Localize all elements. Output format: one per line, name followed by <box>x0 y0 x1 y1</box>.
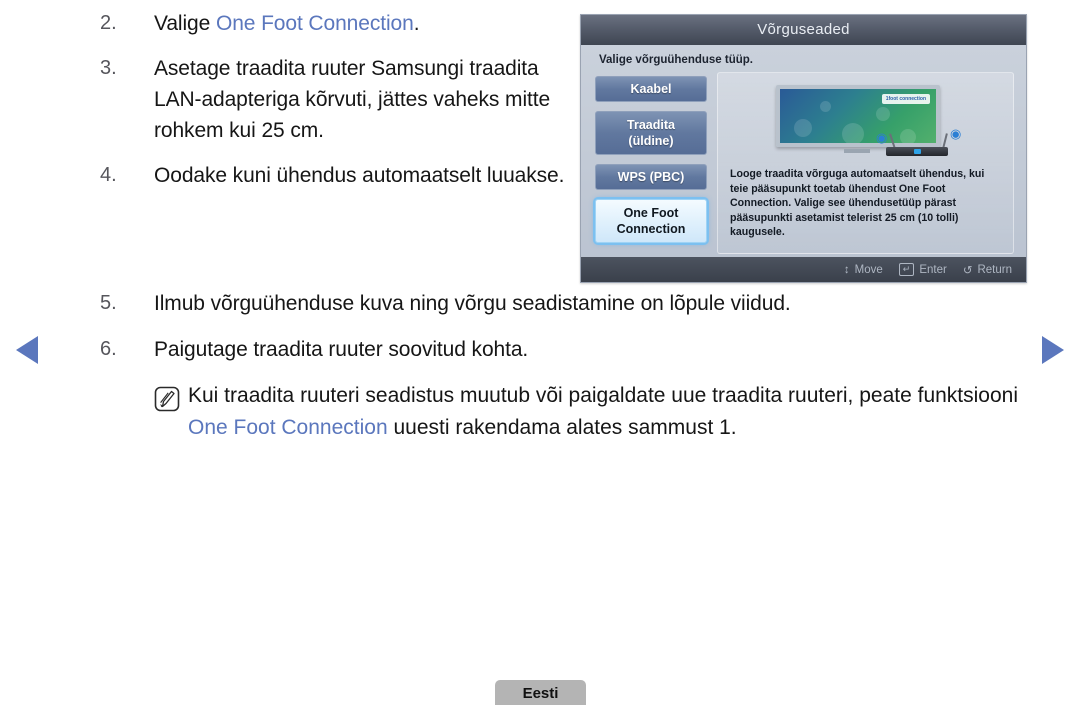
previous-page-arrow-icon[interactable] <box>16 336 38 364</box>
osd-hint-return[interactable]: ↺ Return <box>963 263 1012 277</box>
step-number: 2. <box>100 12 117 34</box>
osd-main: Kaabel Traadita (üldine) WPS (PBC) One F… <box>581 72 1026 254</box>
list-item: 2. Valige One Foot Connection. <box>100 8 570 39</box>
step-number: 5. <box>100 292 117 314</box>
osd-hint-label: Move <box>854 263 883 276</box>
list-item: 6. Paigutage traadita ruuter soovitud ko… <box>100 334 1030 366</box>
osd-title: Võrguseaded <box>581 15 1026 45</box>
step-text: Valige One Foot Connection. <box>154 8 570 39</box>
instruction-list-lower: 5. Ilmub võrguühenduse kuva ning võrgu s… <box>100 288 1030 444</box>
manual-page: 2. Valige One Foot Connection. 3. Asetag… <box>0 0 1080 705</box>
osd-menu-item-traadita-uldine[interactable]: Traadita (üldine) <box>595 111 707 155</box>
note-text-tail: uuesti rakendama alates sammust 1. <box>387 416 737 439</box>
wireless-router-icon <box>886 147 948 156</box>
tv-stand <box>844 149 870 153</box>
wifi-signal-icon-right: ◉ <box>950 126 962 141</box>
step-number: 3. <box>100 57 117 79</box>
step-text-lead: Valige <box>154 12 216 35</box>
osd-content-pane: 1foot connection ◉ ◉ Looge traadita võrg… <box>717 72 1014 254</box>
note-block: Kui traadita ruuteri seadistus muutub võ… <box>154 380 1030 444</box>
instruction-list-upper: 2. Valige One Foot Connection. 3. Asetag… <box>100 8 570 205</box>
network-settings-osd-panel: Võrguseaded Valige võrguühenduse tüüp. K… <box>580 14 1027 283</box>
enter-key-icon: ↵ <box>898 263 915 276</box>
note-text-lead: Kui traadita ruuteri seadistus muutub võ… <box>188 384 1019 407</box>
osd-menu-list: Kaabel Traadita (üldine) WPS (PBC) One F… <box>595 72 707 254</box>
step-number: 6. <box>100 338 117 360</box>
osd-menu-item-kaabel[interactable]: Kaabel <box>595 76 707 102</box>
wifi-signal-icon-left: ◉ <box>876 130 888 145</box>
step-text: Oodake kuni ühendus automaatselt luuakse… <box>154 164 565 187</box>
router-led <box>914 149 921 154</box>
step-text-tail: . <box>413 12 420 35</box>
step-text: Asetage traadita ruuter Samsungi traadit… <box>154 57 551 142</box>
return-arrow-icon: ↺ <box>962 264 973 277</box>
highlight-one-foot-connection: One Foot Connection <box>188 416 388 439</box>
tv-router-illustration: 1foot connection ◉ ◉ <box>718 73 1013 161</box>
one-foot-connection-logo: 1foot connection <box>881 94 930 104</box>
note-pencil-icon <box>154 386 188 412</box>
osd-hint-label: Return <box>977 263 1012 276</box>
list-item: 3. Asetage traadita ruuter Samsungi traa… <box>100 53 570 146</box>
step-number: 4. <box>100 164 117 186</box>
step-text: Ilmub võrguühenduse kuva ning võrgu sead… <box>154 292 791 315</box>
osd-menu-item-wps-pbc[interactable]: WPS (PBC) <box>595 164 707 190</box>
highlight-one-foot-connection: One Foot Connection <box>215 12 414 35</box>
updown-arrows-icon: ↕ <box>843 263 850 276</box>
osd-menu-item-one-foot-connection[interactable]: One Foot Connection <box>595 199 707 243</box>
osd-hint-label: Enter <box>919 263 947 276</box>
osd-hint-move[interactable]: ↕ Move <box>844 264 883 276</box>
osd-footer-hints: ↕ Move ↵ Enter ↺ Return <box>581 257 1026 282</box>
list-item: 4. Oodake kuni ühendus automaatselt luua… <box>100 160 570 191</box>
tv-screen-icon: 1foot connection <box>776 85 940 147</box>
next-page-arrow-icon[interactable] <box>1042 336 1064 364</box>
language-tab-button[interactable]: Eesti <box>495 680 586 705</box>
list-item: 5. Ilmub võrguühenduse kuva ning võrgu s… <box>100 288 1030 320</box>
osd-prompt: Valige võrguühenduse tüüp. <box>599 54 753 66</box>
step-text: Paigutage traadita ruuter soovitud kohta… <box>154 338 529 361</box>
osd-hint-enter[interactable]: ↵ Enter <box>898 263 947 276</box>
note-text: Kui traadita ruuteri seadistus muutub võ… <box>188 380 1030 444</box>
osd-description: Looge traadita võrguga automaatselt ühen… <box>730 168 985 238</box>
